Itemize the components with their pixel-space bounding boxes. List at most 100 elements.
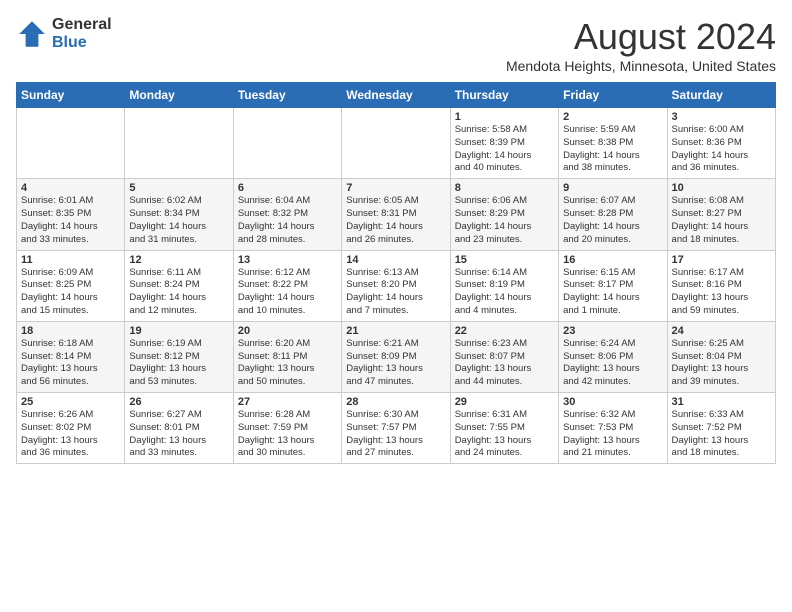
day-info: Sunrise: 6:19 AM Sunset: 8:12 PM Dayligh… [129,338,228,389]
calendar-cell: 16Sunrise: 6:15 AM Sunset: 8:17 PM Dayli… [559,250,667,321]
day-number: 24 [672,325,771,337]
day-number: 27 [238,396,337,408]
day-info: Sunrise: 6:05 AM Sunset: 8:31 PM Dayligh… [346,195,445,246]
day-info: Sunrise: 6:28 AM Sunset: 7:59 PM Dayligh… [238,409,337,460]
day-number: 2 [563,111,662,123]
day-number: 10 [672,182,771,194]
calendar-table: SundayMondayTuesdayWednesdayThursdayFrid… [16,82,776,464]
day-number: 19 [129,325,228,337]
weekday-header-sunday: Sunday [17,83,125,108]
calendar-cell: 4Sunrise: 6:01 AM Sunset: 8:35 PM Daylig… [17,179,125,250]
logo-general-text: General [52,16,112,34]
day-info: Sunrise: 6:02 AM Sunset: 8:34 PM Dayligh… [129,195,228,246]
calendar-cell [233,108,341,179]
day-number: 5 [129,182,228,194]
day-number: 12 [129,254,228,266]
weekday-header-monday: Monday [125,83,233,108]
day-number: 11 [21,254,120,266]
day-number: 31 [672,396,771,408]
calendar-cell: 5Sunrise: 6:02 AM Sunset: 8:34 PM Daylig… [125,179,233,250]
calendar-cell: 10Sunrise: 6:08 AM Sunset: 8:27 PM Dayli… [667,179,775,250]
calendar-cell: 2Sunrise: 5:59 AM Sunset: 8:38 PM Daylig… [559,108,667,179]
weekday-header-friday: Friday [559,83,667,108]
day-info: Sunrise: 6:33 AM Sunset: 7:52 PM Dayligh… [672,409,771,460]
calendar-week-5: 25Sunrise: 6:26 AM Sunset: 8:02 PM Dayli… [17,393,776,464]
day-info: Sunrise: 6:25 AM Sunset: 8:04 PM Dayligh… [672,338,771,389]
day-number: 8 [455,182,554,194]
day-info: Sunrise: 6:32 AM Sunset: 7:53 PM Dayligh… [563,409,662,460]
calendar-cell: 12Sunrise: 6:11 AM Sunset: 8:24 PM Dayli… [125,250,233,321]
day-info: Sunrise: 6:14 AM Sunset: 8:19 PM Dayligh… [455,267,554,318]
day-number: 14 [346,254,445,266]
day-info: Sunrise: 6:23 AM Sunset: 8:07 PM Dayligh… [455,338,554,389]
day-number: 20 [238,325,337,337]
day-number: 7 [346,182,445,194]
calendar-cell: 14Sunrise: 6:13 AM Sunset: 8:20 PM Dayli… [342,250,450,321]
calendar-cell: 20Sunrise: 6:20 AM Sunset: 8:11 PM Dayli… [233,321,341,392]
day-number: 15 [455,254,554,266]
location-text: Mendota Heights, Minnesota, United State… [506,58,776,74]
day-info: Sunrise: 6:18 AM Sunset: 8:14 PM Dayligh… [21,338,120,389]
month-title: August 2024 [506,16,776,58]
day-info: Sunrise: 6:00 AM Sunset: 8:36 PM Dayligh… [672,124,771,175]
calendar-cell: 6Sunrise: 6:04 AM Sunset: 8:32 PM Daylig… [233,179,341,250]
day-number: 29 [455,396,554,408]
day-number: 23 [563,325,662,337]
calendar-week-2: 4Sunrise: 6:01 AM Sunset: 8:35 PM Daylig… [17,179,776,250]
weekday-header-row: SundayMondayTuesdayWednesdayThursdayFrid… [17,83,776,108]
calendar-cell: 8Sunrise: 6:06 AM Sunset: 8:29 PM Daylig… [450,179,558,250]
calendar-week-3: 11Sunrise: 6:09 AM Sunset: 8:25 PM Dayli… [17,250,776,321]
weekday-header-thursday: Thursday [450,83,558,108]
day-info: Sunrise: 6:06 AM Sunset: 8:29 PM Dayligh… [455,195,554,246]
calendar-week-1: 1Sunrise: 5:58 AM Sunset: 8:39 PM Daylig… [17,108,776,179]
day-number: 18 [21,325,120,337]
logo-icon [16,18,48,50]
day-info: Sunrise: 5:59 AM Sunset: 8:38 PM Dayligh… [563,124,662,175]
calendar-cell: 19Sunrise: 6:19 AM Sunset: 8:12 PM Dayli… [125,321,233,392]
weekday-header-saturday: Saturday [667,83,775,108]
calendar-cell: 31Sunrise: 6:33 AM Sunset: 7:52 PM Dayli… [667,393,775,464]
day-info: Sunrise: 6:11 AM Sunset: 8:24 PM Dayligh… [129,267,228,318]
day-number: 26 [129,396,228,408]
day-number: 16 [563,254,662,266]
calendar-cell [17,108,125,179]
day-info: Sunrise: 6:21 AM Sunset: 8:09 PM Dayligh… [346,338,445,389]
logo: General Blue [16,16,112,51]
calendar-cell: 26Sunrise: 6:27 AM Sunset: 8:01 PM Dayli… [125,393,233,464]
day-number: 1 [455,111,554,123]
logo-blue-text: Blue [52,34,112,52]
calendar-body: 1Sunrise: 5:58 AM Sunset: 8:39 PM Daylig… [17,108,776,464]
weekday-header-tuesday: Tuesday [233,83,341,108]
day-info: Sunrise: 6:01 AM Sunset: 8:35 PM Dayligh… [21,195,120,246]
day-number: 4 [21,182,120,194]
day-number: 21 [346,325,445,337]
calendar-cell: 28Sunrise: 6:30 AM Sunset: 7:57 PM Dayli… [342,393,450,464]
day-info: Sunrise: 6:12 AM Sunset: 8:22 PM Dayligh… [238,267,337,318]
title-area: August 2024 Mendota Heights, Minnesota, … [506,16,776,74]
calendar-cell: 17Sunrise: 6:17 AM Sunset: 8:16 PM Dayli… [667,250,775,321]
calendar-cell: 29Sunrise: 6:31 AM Sunset: 7:55 PM Dayli… [450,393,558,464]
calendar-cell: 15Sunrise: 6:14 AM Sunset: 8:19 PM Dayli… [450,250,558,321]
day-info: Sunrise: 6:17 AM Sunset: 8:16 PM Dayligh… [672,267,771,318]
calendar-cell: 11Sunrise: 6:09 AM Sunset: 8:25 PM Dayli… [17,250,125,321]
day-number: 25 [21,396,120,408]
day-info: Sunrise: 6:15 AM Sunset: 8:17 PM Dayligh… [563,267,662,318]
calendar-cell: 13Sunrise: 6:12 AM Sunset: 8:22 PM Dayli… [233,250,341,321]
calendar-cell: 22Sunrise: 6:23 AM Sunset: 8:07 PM Dayli… [450,321,558,392]
calendar-cell [125,108,233,179]
day-number: 22 [455,325,554,337]
day-number: 6 [238,182,337,194]
calendar-cell: 23Sunrise: 6:24 AM Sunset: 8:06 PM Dayli… [559,321,667,392]
day-number: 28 [346,396,445,408]
weekday-header-wednesday: Wednesday [342,83,450,108]
calendar-cell: 21Sunrise: 6:21 AM Sunset: 8:09 PM Dayli… [342,321,450,392]
calendar-cell: 24Sunrise: 6:25 AM Sunset: 8:04 PM Dayli… [667,321,775,392]
calendar-cell: 3Sunrise: 6:00 AM Sunset: 8:36 PM Daylig… [667,108,775,179]
page-header: General Blue August 2024 Mendota Heights… [16,16,776,74]
calendar-cell [342,108,450,179]
day-number: 3 [672,111,771,123]
calendar-cell: 18Sunrise: 6:18 AM Sunset: 8:14 PM Dayli… [17,321,125,392]
calendar-cell: 7Sunrise: 6:05 AM Sunset: 8:31 PM Daylig… [342,179,450,250]
calendar-cell: 25Sunrise: 6:26 AM Sunset: 8:02 PM Dayli… [17,393,125,464]
day-number: 13 [238,254,337,266]
